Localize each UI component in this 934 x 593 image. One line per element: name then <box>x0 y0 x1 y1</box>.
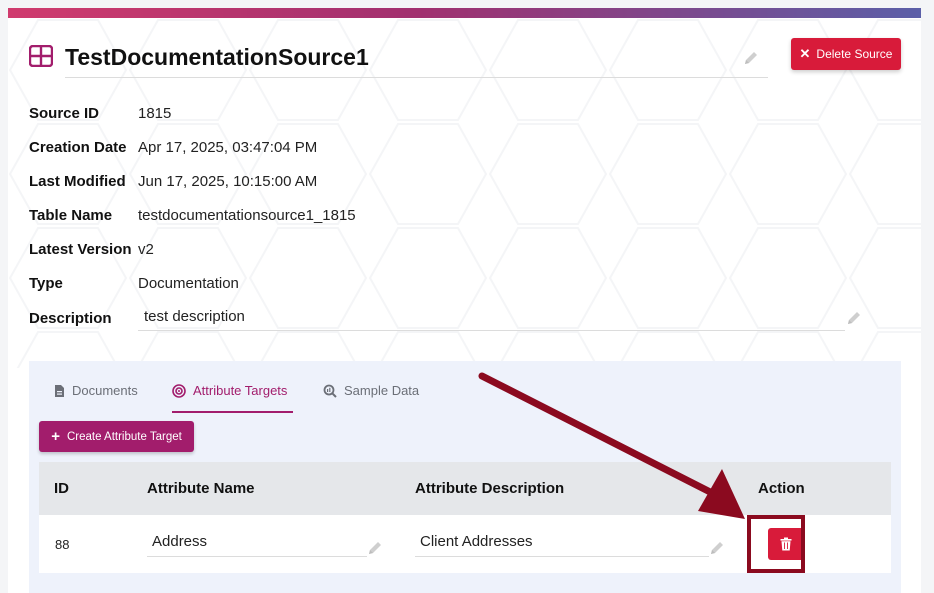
edit-attribute-description-pencil-icon[interactable] <box>709 540 725 556</box>
attribute-name-value: Address <box>152 533 208 550</box>
detail-label: Table Name <box>29 207 113 224</box>
table-header: ID Attribute Name Attribute Description … <box>39 462 891 515</box>
column-header-id: ID <box>54 480 69 497</box>
create-attribute-target-button[interactable]: + Create Attribute Target <box>39 421 194 452</box>
document-icon <box>55 385 64 397</box>
edit-description-pencil-icon[interactable] <box>846 310 862 326</box>
detail-value: Apr 17, 2025, 03:47:04 PM <box>138 139 318 156</box>
tab-sample-data[interactable]: Sample Data <box>323 383 419 413</box>
detail-label: Last Modified <box>29 173 126 190</box>
column-header-action: Action <box>758 480 805 497</box>
detail-label: Creation Date <box>29 139 127 156</box>
source-detail-card: TestDocumentationSource1 ✕ Delete Source… <box>8 8 921 593</box>
delete-source-button[interactable]: ✕ Delete Source <box>791 38 901 70</box>
detail-value: v2 <box>138 241 154 258</box>
detail-value: Jun 17, 2025, 10:15:00 AM <box>138 173 318 190</box>
row-id: 88 <box>55 537 70 552</box>
description-field[interactable]: test description <box>138 306 845 331</box>
detail-label: Latest Version <box>29 241 132 258</box>
tab-documents[interactable]: Documents <box>54 383 138 413</box>
column-header-attribute-description: Attribute Description <box>415 480 565 497</box>
gradient-top-bar <box>8 8 921 18</box>
tab-label: Attribute Targets <box>193 383 288 398</box>
tab-label: Documents <box>72 383 138 398</box>
delete-source-label: Delete Source <box>816 47 893 61</box>
plus-icon: + <box>51 428 60 445</box>
attribute-description-field[interactable]: Client Addresses <box>415 530 709 557</box>
description-value: test description <box>144 308 245 325</box>
edit-attribute-name-pencil-icon[interactable] <box>367 540 383 556</box>
detail-label: Source ID <box>29 105 100 122</box>
attribute-name-field[interactable]: Address <box>147 530 367 557</box>
detail-label: Type <box>29 275 63 292</box>
edit-title-pencil-icon[interactable] <box>743 50 759 66</box>
tab-label: Sample Data <box>344 383 420 398</box>
detail-value: 1815 <box>138 105 172 122</box>
close-icon: ✕ <box>799 46 811 61</box>
highlight-box-annotation <box>747 515 805 573</box>
target-icon <box>172 384 186 398</box>
table-grid-icon <box>29 45 53 67</box>
create-attribute-target-label: Create Attribute Target <box>66 430 182 443</box>
search-chart-icon <box>323 384 337 398</box>
page-title: TestDocumentationSource1 <box>65 44 369 70</box>
title-field[interactable]: TestDocumentationSource1 <box>65 40 768 78</box>
detail-label: Description <box>29 310 112 327</box>
tab-attribute-targets[interactable]: Attribute Targets <box>172 383 293 413</box>
column-header-attribute-name: Attribute Name <box>147 480 255 497</box>
attribute-description-value: Client Addresses <box>420 533 533 550</box>
detail-value: testdocumentationsource1_1815 <box>138 207 356 224</box>
detail-value: Documentation <box>138 275 239 292</box>
